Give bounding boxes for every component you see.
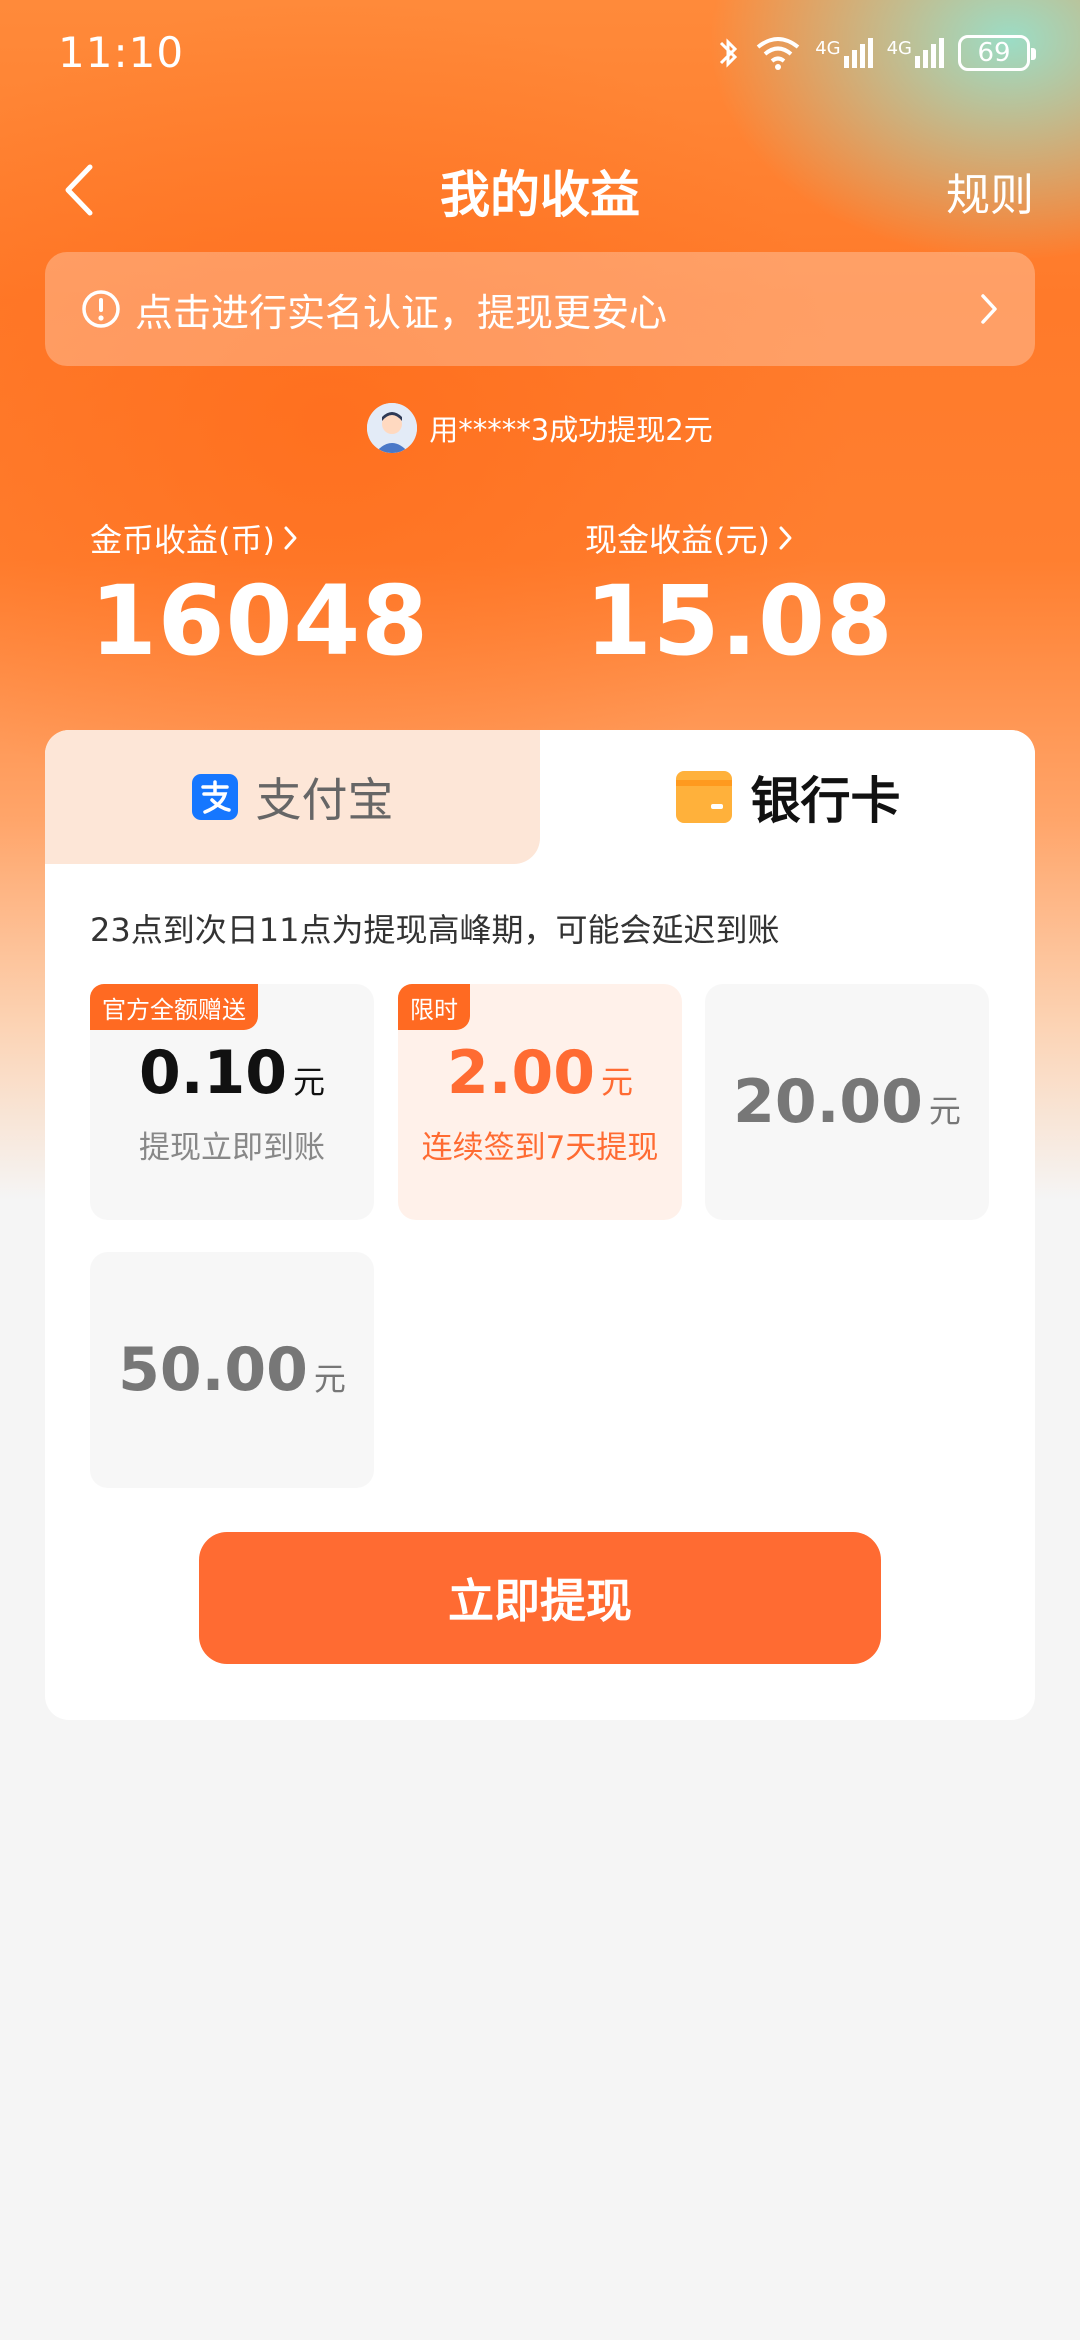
verify-banner[interactable]: 点击进行实名认证，提现更安心 xyxy=(45,252,1035,366)
tab-alipay[interactable]: 支付宝 xyxy=(45,730,540,864)
battery-level: 69 xyxy=(977,38,1011,68)
tab-bank-label: 银行卡 xyxy=(750,772,901,830)
amount-value-row: 0.10 元 xyxy=(139,1038,325,1108)
page-title: 我的收益 xyxy=(440,166,640,224)
amount-value: 50.00 xyxy=(118,1335,308,1405)
signal-4g-icon: 4G xyxy=(815,38,873,68)
coin-stat-label: 金币收益(币) xyxy=(90,521,275,559)
avatar xyxy=(367,403,418,453)
cash-stat-label-row: 现金收益(元) xyxy=(585,515,894,561)
bank-card-icon xyxy=(675,771,732,823)
withdraw-notice-text: 用*****3成功提现2元 xyxy=(429,413,713,447)
amount-option-50.00[interactable]: 50.00 元 xyxy=(90,1252,374,1488)
rules-link[interactable]: 规则 xyxy=(946,159,1034,223)
coin-stat-value: 16048 xyxy=(90,565,429,677)
withdraw-notice: 用*****3成功提现2元 xyxy=(0,400,1080,456)
peak-notice: 23点到次日11点为提现高峰期，可能会延迟到账 xyxy=(90,911,780,949)
amount-option-20.00[interactable]: 20.00 元 xyxy=(705,984,989,1220)
bluetooth-icon xyxy=(720,38,738,68)
amount-value: 2.00 xyxy=(446,1037,596,1108)
amount-option-2.00[interactable]: 限时 2.00 元 连续签到7天提现 xyxy=(398,984,682,1220)
amount-value-row: 50.00 元 xyxy=(118,1335,346,1405)
amount-sub-text: 连续签到7天提现 xyxy=(421,1129,659,1166)
coin-stat-label-row: 金币收益(币) xyxy=(90,515,429,561)
chevron-right-icon xyxy=(981,294,997,324)
amount-option-0.10[interactable]: 官方全额赠送 0.10 元 提现立即到账 xyxy=(90,984,374,1220)
alipay-icon xyxy=(191,774,238,820)
withdraw-now-button[interactable]: 立即提现 xyxy=(199,1532,881,1664)
network-label: 4G xyxy=(815,38,841,59)
chevron-right-icon xyxy=(779,526,792,550)
cash-stat-value: 15.08 xyxy=(585,565,894,677)
signal-4g-icon: 4G xyxy=(887,38,944,68)
wifi-icon xyxy=(756,37,800,70)
cash-stat[interactable]: 现金收益(元) 15.08 xyxy=(585,515,894,677)
chevron-right-icon xyxy=(284,526,297,550)
amount-unit: 元 xyxy=(293,1062,326,1101)
amount-unit: 元 xyxy=(928,1092,961,1130)
alert-circle-icon xyxy=(82,290,120,328)
cash-stat-label: 现金收益(元) xyxy=(585,521,770,559)
network-label: 4G xyxy=(886,38,912,59)
amount-value: 20.00 xyxy=(733,1067,923,1137)
coin-stat[interactable]: 金币收益(币) 16048 xyxy=(90,515,429,677)
status-icons: 4G 4G 69 xyxy=(715,28,1036,78)
battery-icon: 69 xyxy=(958,35,1036,71)
amount-value-row: 2.00 元 xyxy=(447,1038,633,1108)
amount-badge: 限时 xyxy=(398,984,470,1030)
amount-unit: 元 xyxy=(601,1062,634,1101)
status-time: 11:10 xyxy=(58,28,185,77)
amount-value-row: 20.00 元 xyxy=(733,1067,961,1137)
status-bar: 11:10 4G 4G 69 xyxy=(0,0,1080,110)
amount-sub-text: 提现立即到账 xyxy=(139,1129,325,1166)
withdraw-card: 支付宝 银行卡 23点到次日11点为提现高峰期，可能会延迟到账 官方全额赠送 0… xyxy=(45,730,1035,1720)
header: 我的收益 规则 xyxy=(0,145,1080,235)
amount-unit: 元 xyxy=(313,1360,346,1398)
verify-banner-text: 点击进行实名认证，提现更安心 xyxy=(135,290,668,335)
amount-value: 0.10 xyxy=(138,1037,288,1108)
amount-badge: 官方全额赠送 xyxy=(90,984,258,1030)
tab-alipay-label: 支付宝 xyxy=(255,773,394,827)
tab-bank[interactable]: 银行卡 xyxy=(540,730,1035,864)
